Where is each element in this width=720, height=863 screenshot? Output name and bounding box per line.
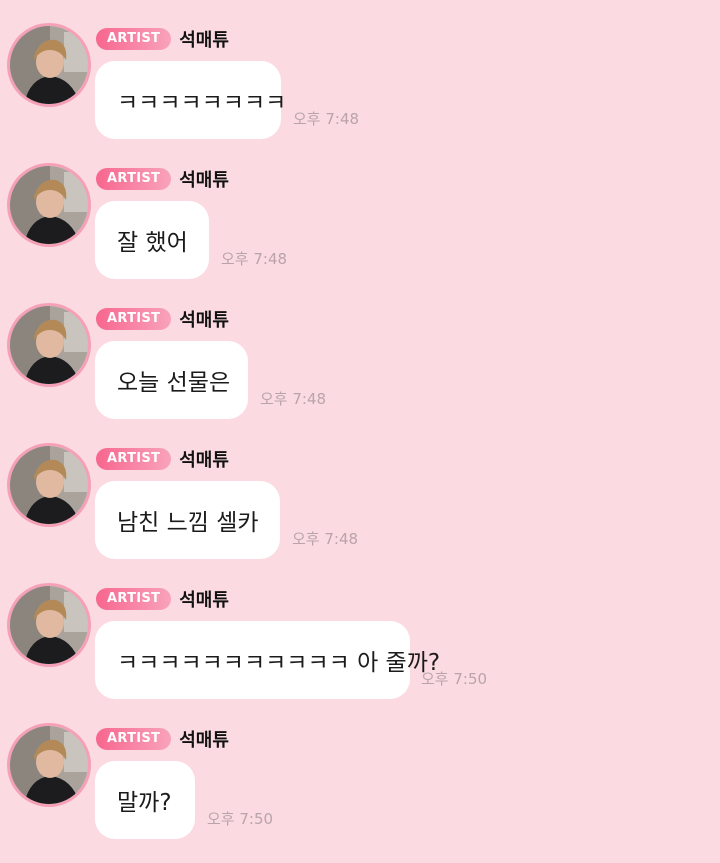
artist-badge: ARTIST [96, 728, 172, 750]
message-row: ARTIST 석매튜 ㅋㅋㅋㅋㅋㅋㅋㅋ 오후 7:48 [0, 0, 720, 140]
message-row: ARTIST 석매튜 ㅋㅋㅋㅋㅋㅋㅋㅋㅋㅋㅋ 아 줄까? 오후 7:50 [0, 560, 720, 700]
sender-name[interactable]: 석매튜 [179, 726, 229, 752]
sender-name[interactable]: 석매튜 [179, 586, 229, 612]
artist-badge: ARTIST [96, 588, 172, 610]
profile-photo-icon [10, 166, 88, 244]
message-header: ARTIST 석매튜 [96, 447, 229, 471]
message-time: 오후 7:48 [260, 390, 327, 408]
profile-photo-icon [10, 306, 88, 384]
message-header: ARTIST 석매튜 [96, 587, 229, 611]
message-bubble[interactable]: 오늘 선물은 [95, 341, 248, 419]
message-bubble[interactable]: 잘 했어 [95, 201, 209, 279]
message-time: 오후 7:48 [221, 250, 288, 268]
sender-name[interactable]: 석매튜 [179, 306, 229, 332]
message-row: ARTIST 석매튜 잘 했어 오후 7:48 [0, 140, 720, 280]
avatar[interactable] [10, 726, 88, 804]
message-bubble[interactable]: 남친 느낌 셀카 [95, 481, 280, 559]
message-bubble[interactable]: 말까? [95, 761, 195, 839]
message-bubble[interactable]: ㅋㅋㅋㅋㅋㅋㅋㅋㅋㅋㅋ 아 줄까? [95, 621, 440, 699]
profile-photo-icon [10, 446, 88, 524]
profile-photo-icon [10, 586, 88, 664]
message-header: ARTIST 석매튜 [96, 727, 229, 751]
artist-badge: ARTIST [96, 168, 172, 190]
message-header: ARTIST 석매튜 [96, 307, 229, 331]
avatar[interactable] [10, 586, 88, 664]
avatar[interactable] [10, 306, 88, 384]
avatar[interactable] [10, 446, 88, 524]
artist-badge: ARTIST [96, 308, 172, 330]
avatar[interactable] [10, 26, 88, 104]
profile-photo-icon [10, 726, 88, 804]
message-time: 오후 7:48 [293, 110, 360, 128]
profile-photo-icon [10, 26, 88, 104]
artist-badge: ARTIST [96, 28, 172, 50]
message-time: 오후 7:50 [421, 670, 488, 688]
artist-badge: ARTIST [96, 448, 172, 470]
sender-name[interactable]: 석매튜 [179, 446, 229, 472]
sender-name[interactable]: 석매튜 [179, 26, 229, 52]
chat-thread: ARTIST 석매튜 ㅋㅋㅋㅋㅋㅋㅋㅋ 오후 7:48 ARTIST 석매튜 잘… [0, 0, 720, 863]
message-bubble[interactable]: ㅋㅋㅋㅋㅋㅋㅋㅋ [95, 61, 286, 139]
message-time: 오후 7:48 [292, 530, 359, 548]
message-time: 오후 7:50 [207, 810, 274, 828]
message-row: ARTIST 석매튜 오늘 선물은 오후 7:48 [0, 280, 720, 420]
message-header: ARTIST 석매튜 [96, 27, 229, 51]
sender-name[interactable]: 석매튜 [179, 166, 229, 192]
avatar[interactable] [10, 166, 88, 244]
message-header: ARTIST 석매튜 [96, 167, 229, 191]
message-row: ARTIST 석매튜 남친 느낌 셀카 오후 7:48 [0, 420, 720, 560]
message-row: ARTIST 석매튜 말까? 오후 7:50 [0, 700, 720, 840]
